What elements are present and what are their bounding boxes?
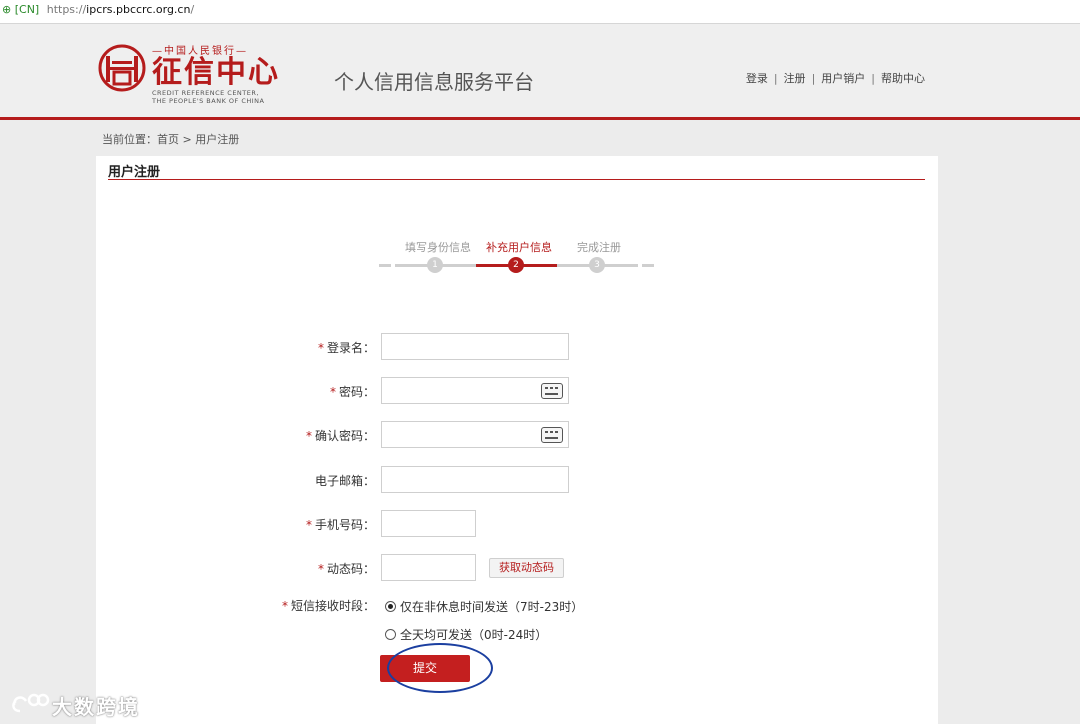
- nav-login-link[interactable]: 登录: [746, 72, 768, 85]
- step-2-label: 补充用户信息: [486, 241, 552, 254]
- sms-option-daytime[interactable]: 仅在非休息时间发送（7时-23时）: [385, 598, 583, 615]
- sms-period-label: * 短信接收时段：: [281, 599, 375, 613]
- keyboard-icon[interactable]: [541, 427, 563, 443]
- url-scheme: https://: [46, 3, 87, 16]
- step-3-label: 完成注册: [577, 241, 621, 254]
- keyboard-icon[interactable]: [541, 383, 563, 399]
- logo-title: 征信中心: [152, 55, 280, 90]
- radio-unselected-icon[interactable]: [385, 629, 396, 640]
- password-label: * 密码：: [329, 385, 375, 399]
- credit-center-logo-icon: [98, 44, 146, 92]
- email-label: 电子邮箱：: [314, 474, 375, 488]
- nav-cancel-account-link[interactable]: 用户销户: [821, 72, 865, 85]
- lock-icon: ⊕: [2, 3, 12, 16]
- watermark-logo-icon: [12, 693, 50, 713]
- title-divider: [108, 179, 925, 180]
- nav-help-link[interactable]: 帮助中心: [881, 72, 925, 85]
- login-name-input[interactable]: [381, 333, 569, 360]
- platform-title: 个人信用信息服务平台: [334, 70, 534, 94]
- step-3-dot: 3: [589, 257, 605, 273]
- nav-separator: |: [871, 72, 875, 85]
- nav-separator: |: [811, 72, 816, 85]
- sms-option-allday[interactable]: 全天均可发送（0时-24时）: [385, 626, 547, 643]
- radio-selected-icon[interactable]: [385, 601, 396, 612]
- logo-text: —中国人民银行— 征信中心 CREDIT REFERENCE CENTER, T…: [152, 42, 282, 105]
- page-title: 用户注册: [108, 165, 161, 180]
- url-path: /: [190, 3, 195, 16]
- otp-input[interactable]: [381, 554, 476, 581]
- nav-separator: |: [773, 72, 778, 85]
- mobile-label: * 手机号码：: [305, 518, 375, 532]
- watermark-text: 大数跨境: [52, 695, 140, 719]
- top-nav: 登录 | 注册 | 用户销户 | 帮助中心: [746, 70, 925, 86]
- step-2-dot: 2: [508, 257, 524, 273]
- step-indicator: 填写身份信息 补充用户信息 完成注册 1 2 3: [376, 236, 661, 276]
- step-1-label: 填写身份信息: [405, 241, 471, 254]
- site-tag: [CN]: [14, 3, 40, 16]
- email-input[interactable]: [381, 466, 569, 493]
- otp-label: * 动态码：: [317, 562, 375, 576]
- mobile-input[interactable]: [381, 510, 476, 537]
- step-1-dot: 1: [427, 257, 443, 273]
- confirm-password-label: * 确认密码：: [305, 429, 375, 443]
- breadcrumb: 当前位置：首页 > 用户注册: [102, 133, 240, 146]
- get-otp-button[interactable]: 获取动态码: [489, 558, 564, 578]
- address-bar[interactable]: ⊕ [CN] https://ipcrs.pbccrc.org.cn/: [0, 0, 1080, 24]
- login-name-label: * 登录名：: [317, 341, 375, 355]
- step-track: [379, 264, 391, 267]
- annotation-circle: [387, 643, 493, 693]
- nav-register-link[interactable]: 注册: [784, 72, 806, 85]
- logo-english-1: CREDIT REFERENCE CENTER,: [152, 89, 259, 97]
- url-host: ipcrs.pbccrc.org.cn: [86, 3, 191, 16]
- site-header: —中国人民银行— 征信中心 CREDIT REFERENCE CENTER, T…: [0, 24, 1080, 120]
- logo-english-2: THE PEOPLE'S BANK OF CHINA: [152, 97, 265, 105]
- step-track: [642, 264, 654, 267]
- watermark: 大数跨境: [10, 689, 145, 721]
